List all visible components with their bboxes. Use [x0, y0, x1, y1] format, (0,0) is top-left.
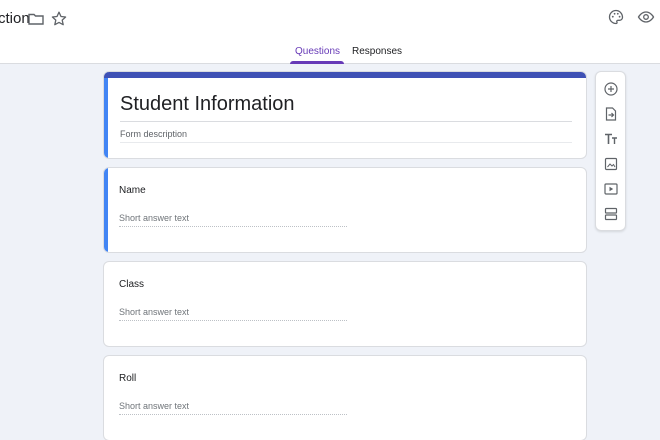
- add-question-icon[interactable]: [603, 81, 619, 97]
- document-title[interactable]: ction: [0, 10, 30, 27]
- add-section-icon[interactable]: [603, 206, 619, 222]
- question-card-roll[interactable]: Roll Short answer text: [103, 355, 587, 440]
- question-title: Name: [119, 185, 146, 196]
- add-title-icon[interactable]: [603, 131, 619, 147]
- tab-questions[interactable]: Questions: [295, 46, 340, 57]
- palette-icon[interactable]: [607, 8, 625, 26]
- add-video-icon[interactable]: [603, 181, 619, 197]
- question-title: Roll: [119, 373, 137, 384]
- import-questions-icon[interactable]: [603, 106, 619, 122]
- form-title[interactable]: Student Information: [120, 93, 295, 116]
- short-answer-underline: [119, 414, 347, 415]
- title-underline: [120, 121, 572, 122]
- short-answer-placeholder: Short answer text: [119, 213, 190, 223]
- question-title: Class: [119, 279, 145, 290]
- short-answer-placeholder: Short answer text: [119, 401, 190, 411]
- question-card-name[interactable]: Name Short answer text: [103, 167, 587, 253]
- short-answer-placeholder: Short answer text: [119, 307, 190, 317]
- star-icon[interactable]: [50, 10, 68, 28]
- add-image-icon[interactable]: [603, 156, 619, 172]
- folder-icon[interactable]: [27, 10, 45, 28]
- tab-responses[interactable]: Responses: [352, 46, 402, 57]
- description-underline: [120, 142, 572, 143]
- short-answer-underline: [119, 320, 347, 321]
- question-card-class[interactable]: Class Short answer text: [103, 261, 587, 347]
- header-color-band: [104, 72, 586, 78]
- active-tab-indicator: [290, 61, 344, 64]
- form-description-field[interactable]: Form description: [120, 129, 187, 139]
- form-header-card[interactable]: Student Information Form description: [103, 71, 587, 159]
- short-answer-underline: [119, 226, 347, 227]
- floating-toolbar: [595, 71, 626, 231]
- top-bar: ction Questions Responses: [0, 0, 660, 64]
- eye-icon[interactable]: [637, 8, 655, 26]
